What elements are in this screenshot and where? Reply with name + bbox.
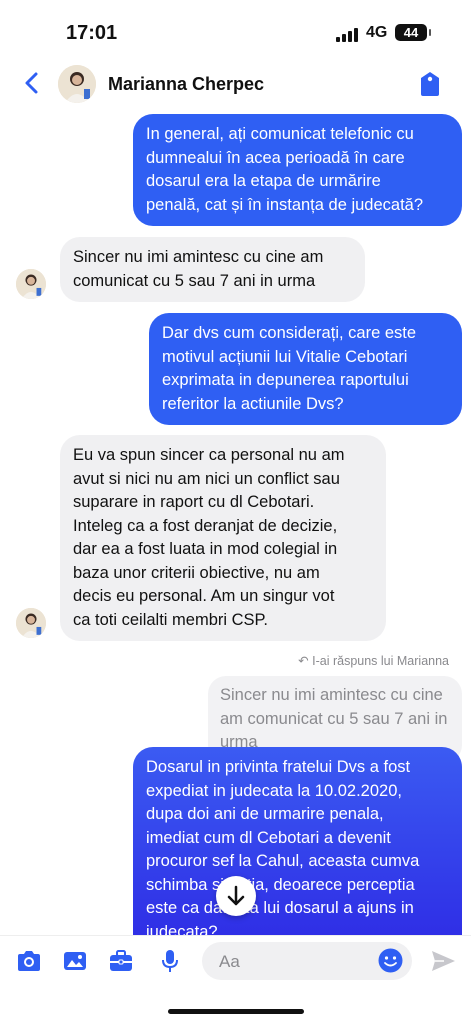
message-line: dosarul era la etapa de urmărire — [146, 172, 381, 190]
scroll-down-button[interactable] — [216, 876, 256, 916]
microphone-icon — [162, 950, 178, 972]
message-line: Sincer nu imi amintesc cu cine am — [73, 248, 324, 266]
network-type: 4G — [366, 24, 388, 41]
chevron-left-icon — [25, 72, 38, 94]
message-line: dupa doi ani de urmarire penala, — [146, 805, 384, 823]
send-icon — [432, 951, 455, 971]
contact-avatar[interactable] — [58, 65, 96, 103]
message-line: Eu va spun sincer ca personal nu am — [73, 446, 345, 464]
signal-icon — [336, 26, 360, 42]
back-button[interactable] — [18, 68, 48, 98]
status-time: 17:01 — [66, 22, 118, 44]
emoji-button[interactable] — [378, 948, 403, 973]
reply-icon: ↶ — [298, 654, 309, 668]
message-incoming[interactable]: Eu va spun sincer ca personal nu am avut… — [60, 435, 386, 641]
reply-indicator: ↶ I-ai răspuns lui Marianna — [298, 653, 449, 668]
message-line: dumnealui în acea perioadă în care — [146, 148, 405, 167]
message-line: exprimata in depunerea raportului — [162, 371, 409, 389]
message-outgoing[interactable]: In general, ați comunicat telefonic cu d… — [133, 114, 462, 226]
message-line: suparare in raport cu dl Cebotari. — [73, 493, 315, 511]
emoji-icon — [378, 948, 403, 973]
contact-name[interactable]: Marianna Cherpec — [108, 74, 264, 95]
reply-meta-text: I-ai răspuns lui Marianna — [312, 654, 449, 668]
message-line: comunicat cu 5 sau 7 ani in urma — [73, 271, 316, 290]
battery-icon: 44 — [395, 24, 431, 41]
message-line: motivul acțiunii lui Vitalie Cebotari — [162, 347, 408, 366]
briefcase-icon — [110, 950, 132, 971]
quote-line: am comunicat cu 5 sau 7 ani in — [220, 709, 448, 728]
message-line: procuror sef la Cahul, aceasta cumva — [146, 852, 420, 870]
message-line: este ca datorita lui dosarul a ajuns in — [146, 899, 414, 917]
message-line: schimba situatia, deoarece perceptia — [146, 875, 415, 894]
sender-avatar — [16, 608, 46, 638]
message-line: Dosarul in privinta fratelui Dvs a fost — [146, 758, 411, 776]
message-input[interactable]: Aa — [202, 942, 412, 980]
camera-button[interactable] — [15, 947, 43, 975]
message-line: decis eu personal. Am un singur vot — [73, 587, 335, 605]
header-action-button[interactable] — [418, 70, 442, 98]
gallery-button[interactable] — [61, 947, 89, 975]
apps-button[interactable] — [107, 947, 135, 975]
message-line: penală, cat și în instanța de judecată? — [146, 195, 424, 214]
tag-icon — [421, 72, 439, 96]
message-composer: Aa — [0, 935, 471, 1024]
message-input-placeholder: Aa — [219, 952, 240, 971]
gallery-icon — [64, 952, 86, 970]
message-line: Dar dvs cum considerați, care este — [162, 324, 417, 342]
message-line: In general, ați comunicat telefonic cu — [146, 125, 414, 143]
message-outgoing[interactable]: Dar dvs cum considerați, care este motiv… — [149, 313, 462, 425]
message-line: ca toti ceilalti membri CSP. — [73, 610, 269, 629]
message-line: Inteleg ca a fost deranjat de decizie, — [73, 516, 338, 535]
arrow-down-icon — [227, 885, 245, 906]
message-line: judecata? — [146, 922, 218, 936]
message-line: dar ea a fost luata in mod colegial in — [73, 540, 338, 558]
voice-button[interactable] — [156, 947, 184, 975]
camera-icon — [18, 951, 40, 971]
quote-line: Sincer nu imi amintesc cu cine — [220, 686, 443, 704]
home-indicator — [168, 1009, 304, 1014]
message-line: referitor la actiunile Dvs? — [162, 394, 344, 413]
message-incoming[interactable]: Sincer nu imi amintesc cu cine am comuni… — [60, 237, 365, 302]
chat-header: Marianna Cherpec — [0, 58, 471, 110]
message-line: avut si nici nu am nici un conflict sau — [73, 469, 340, 488]
message-line: imediat cum dl Cebotari a devenit — [146, 828, 391, 847]
message-outgoing[interactable]: Dosarul in privinta fratelui Dvs a fost … — [133, 747, 462, 935]
sender-avatar — [16, 269, 46, 299]
status-bar: 17:01 4G 44 — [0, 0, 471, 58]
send-button[interactable] — [429, 947, 457, 975]
message-line: expediat in judecata la 10.02.2020, — [146, 781, 402, 800]
message-line: baza unor criterii obiective, nu am — [73, 563, 320, 582]
